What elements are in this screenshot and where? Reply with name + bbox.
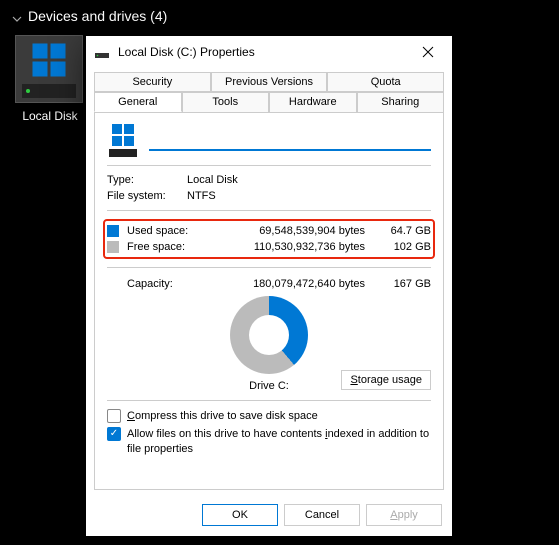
tabs: Security Previous Versions Quota General… bbox=[86, 68, 452, 112]
drive-tile-label: Local Disk bbox=[15, 109, 85, 123]
tab-general[interactable]: General bbox=[94, 92, 182, 112]
drive-icon bbox=[94, 44, 110, 60]
used-label: Used space: bbox=[127, 225, 217, 237]
tab-hardware[interactable]: Hardware bbox=[269, 92, 357, 112]
filesystem-value: NTFS bbox=[187, 190, 216, 202]
drive-tile[interactable]: Local Disk bbox=[15, 35, 85, 123]
free-swatch-icon bbox=[107, 241, 119, 253]
storage-usage-button[interactable]: Storage usage bbox=[341, 370, 431, 390]
index-checkbox-row[interactable]: ✓ Allow files on this drive to have cont… bbox=[107, 427, 431, 456]
drive-caption: Drive C: bbox=[249, 380, 289, 392]
tab-quota[interactable]: Quota bbox=[327, 72, 444, 92]
type-value: Local Disk bbox=[187, 174, 238, 186]
index-label: Allow files on this drive to have conten… bbox=[127, 427, 431, 456]
divider bbox=[107, 400, 431, 401]
used-space-row: Used space: 69,548,539,904 bytes 64.7 GB bbox=[107, 223, 431, 239]
compress-checkbox[interactable] bbox=[107, 409, 121, 423]
dialog-buttons: OK Cancel Apply bbox=[86, 498, 452, 536]
apply-button: Apply bbox=[366, 504, 442, 526]
chevron-down-icon bbox=[12, 11, 22, 21]
usage-chart: Drive C: Storage usage bbox=[107, 296, 431, 392]
highlight-annotation: Used space: 69,548,539,904 bytes 64.7 GB… bbox=[103, 219, 435, 259]
capacity-bytes: 180,079,472,640 bytes bbox=[217, 278, 379, 290]
free-space-row: Free space: 110,530,932,736 bytes 102 GB bbox=[107, 239, 431, 255]
mini-drive-icon bbox=[107, 123, 139, 157]
drive-tile-box bbox=[15, 35, 83, 103]
drive-name-input[interactable] bbox=[149, 129, 431, 151]
tab-content-general: Type: Local Disk File system: NTFS Used … bbox=[94, 112, 444, 490]
divider bbox=[107, 267, 431, 268]
capacity-label: Capacity: bbox=[107, 278, 217, 290]
compress-checkbox-row[interactable]: Compress this drive to save disk space bbox=[107, 409, 431, 423]
tab-sharing[interactable]: Sharing bbox=[357, 92, 445, 112]
free-bytes: 110,530,932,736 bytes bbox=[217, 241, 379, 253]
dialog-title: Local Disk (C:) Properties bbox=[118, 45, 412, 59]
tab-tools[interactable]: Tools bbox=[182, 92, 270, 112]
donut-chart bbox=[230, 296, 308, 374]
filesystem-label: File system: bbox=[107, 190, 187, 202]
drive-bar-icon bbox=[22, 84, 76, 98]
compress-label: Compress this drive to save disk space bbox=[127, 409, 318, 423]
used-gb: 64.7 GB bbox=[379, 225, 431, 237]
free-gb: 102 GB bbox=[379, 241, 431, 253]
close-icon bbox=[422, 46, 434, 58]
capacity-row: Capacity: 180,079,472,640 bytes 167 GB bbox=[107, 276, 431, 292]
windows-icon bbox=[111, 123, 135, 147]
used-bytes: 69,548,539,904 bytes bbox=[217, 225, 379, 237]
section-title: Devices and drives (4) bbox=[28, 8, 167, 24]
divider bbox=[107, 210, 431, 211]
windows-icon bbox=[31, 42, 67, 78]
tab-previous-versions[interactable]: Previous Versions bbox=[211, 72, 328, 92]
ok-button[interactable]: OK bbox=[202, 504, 278, 526]
used-swatch-icon bbox=[107, 225, 119, 237]
check-icon: ✓ bbox=[110, 429, 118, 439]
type-label: Type: bbox=[107, 174, 187, 186]
divider bbox=[107, 165, 431, 166]
tab-security[interactable]: Security bbox=[94, 72, 211, 92]
properties-dialog: Local Disk (C:) Properties Security Prev… bbox=[86, 36, 452, 536]
close-button[interactable] bbox=[412, 40, 444, 64]
index-checkbox[interactable]: ✓ bbox=[107, 427, 121, 441]
free-label: Free space: bbox=[127, 241, 217, 253]
titlebar: Local Disk (C:) Properties bbox=[86, 36, 452, 68]
capacity-gb: 167 GB bbox=[379, 278, 431, 290]
cancel-button[interactable]: Cancel bbox=[284, 504, 360, 526]
section-header[interactable]: Devices and drives (4) bbox=[0, 0, 559, 32]
